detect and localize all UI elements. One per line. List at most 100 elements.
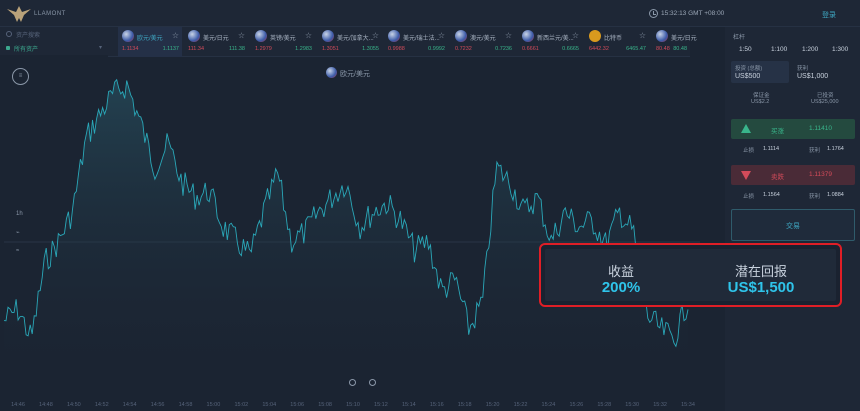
currency-flag-icon bbox=[322, 30, 334, 42]
asset-sell-price: 6442.32 bbox=[589, 46, 609, 52]
bitcoin-icon bbox=[589, 30, 601, 42]
leverage-1-200[interactable]: 1:200 bbox=[802, 46, 818, 53]
investment-input[interactable]: 投资 (总额) US$500 bbox=[731, 61, 789, 83]
asset-filter-select[interactable]: 所有资产 ▾ bbox=[4, 44, 104, 53]
leverage-1-50[interactable]: 1:50 bbox=[739, 46, 752, 53]
invested-value: US$25,000 bbox=[811, 99, 839, 105]
trade-panel: 杠杆 1:50 1:100 1:200 1:300 投资 (总额) US$500… bbox=[725, 27, 860, 411]
asset-tab-name: 英镑/美元 bbox=[270, 36, 296, 42]
buy-label: 买涨 bbox=[771, 128, 784, 135]
asset-tab[interactable]: 欧元/美元 ☆ 1.1134 1.1137 bbox=[118, 27, 182, 57]
drawing-tool-icon[interactable]: ≈ bbox=[16, 248, 19, 254]
top-bar: LLAMONT 15:32:13 GMT +08:00 登录 bbox=[0, 0, 860, 27]
time-tick-label: 15:26 bbox=[569, 402, 583, 408]
asset-tab-name: 比特币 bbox=[604, 36, 623, 42]
time-tick-label: 14:46 bbox=[11, 402, 25, 408]
zoom-in-icon[interactable] bbox=[369, 379, 376, 386]
star-icon[interactable]: ☆ bbox=[505, 31, 512, 40]
asset-sell-price: 0.6661 bbox=[522, 46, 539, 52]
sell-button[interactable]: 卖跌 1.11379 bbox=[731, 165, 855, 185]
asset-tab[interactable]: 比特币 ☆ 6442.32 6465.47 bbox=[585, 27, 649, 57]
leverage-1-300[interactable]: 1:300 bbox=[832, 46, 848, 53]
currency-flag-icon bbox=[455, 30, 467, 42]
asset-filter-label: 所有资产 bbox=[14, 47, 39, 53]
asset-sell-price: 1.1134 bbox=[122, 46, 139, 52]
star-icon[interactable]: ☆ bbox=[572, 31, 579, 40]
margin-label: 保证金 bbox=[753, 93, 770, 99]
asset-tab-name: 新西兰元/美... bbox=[537, 36, 574, 42]
star-icon[interactable]: ☆ bbox=[305, 31, 312, 40]
time-tick-label: 15:08 bbox=[318, 402, 332, 408]
profit-rate-label: 收益 bbox=[607, 264, 634, 279]
buy-stop-label: 止损 bbox=[743, 148, 755, 154]
time-tick-label: 15:10 bbox=[346, 402, 360, 408]
sell-target-value: 1.0884 bbox=[827, 192, 844, 198]
chart-title: 欧元/美元 bbox=[340, 71, 370, 78]
asset-buy-price: 1.3055 bbox=[362, 46, 379, 52]
asset-buy-price: 1.1137 bbox=[162, 46, 179, 52]
login-link[interactable]: 登录 bbox=[822, 10, 836, 20]
asset-tab[interactable]: 美元/加拿大... ☆ 1.3051 1.3055 bbox=[318, 27, 382, 57]
investment-label: 投资 (总额) bbox=[735, 66, 763, 72]
asset-sell-price: 0.9988 bbox=[388, 46, 405, 52]
star-icon[interactable]: ☆ bbox=[438, 31, 445, 40]
sell-stop-value: 1.1564 bbox=[763, 192, 780, 198]
chart-type-icon[interactable]: ⌁ bbox=[16, 229, 20, 236]
asset-search-input[interactable]: 资产搜索 bbox=[4, 30, 104, 41]
time-tick-label: 15:28 bbox=[597, 402, 611, 408]
time-tick-label: 15:00 bbox=[207, 402, 221, 408]
arrow-down-icon bbox=[741, 171, 751, 180]
profit-input[interactable]: 获利 US$1,000 bbox=[793, 61, 855, 83]
buy-stop-value: 1.1114 bbox=[763, 146, 780, 152]
asset-sell-price: 1.2979 bbox=[255, 46, 272, 52]
eur-usd-flag-icon bbox=[326, 67, 337, 78]
price-chart[interactable]: 1.11401.11381.11361.11341.11321.11301.11… bbox=[0, 57, 700, 411]
asset-tab-name: 澳元/美元 bbox=[470, 36, 496, 42]
star-icon[interactable]: ☆ bbox=[639, 31, 646, 40]
asset-sell-price: 0.7232 bbox=[455, 46, 472, 52]
asset-tab-name: 美元/加拿大... bbox=[337, 36, 374, 42]
eagle-logo-icon bbox=[7, 6, 31, 22]
indicator-icon[interactable]: ≡ bbox=[12, 68, 29, 85]
asset-tab[interactable]: 澳元/美元 ☆ 0.7232 0.7236 bbox=[451, 27, 515, 57]
server-clock: 15:32:13 GMT +08:00 bbox=[661, 10, 725, 17]
zoom-out-icon[interactable] bbox=[349, 379, 356, 386]
asset-tab[interactable]: 美元/日元 80.48 80.48 bbox=[652, 27, 697, 57]
time-tick-label: 15:20 bbox=[486, 402, 500, 408]
time-tick-label: 15:34 bbox=[681, 402, 695, 408]
asset-tab-name: 美元/日元 bbox=[203, 36, 229, 42]
sell-target-label: 获利 bbox=[809, 194, 821, 200]
time-tick-label: 15:02 bbox=[234, 402, 248, 408]
time-tick-label: 15:04 bbox=[262, 402, 276, 408]
price-chart-svg: 1.11401.11381.11361.11341.11321.11301.11… bbox=[3, 78, 700, 408]
asset-tab-name: 美元/日元 bbox=[671, 36, 697, 42]
sell-stop-label: 止损 bbox=[743, 194, 755, 200]
clock-icon bbox=[649, 9, 658, 18]
investment-value: US$500 bbox=[735, 73, 761, 80]
star-icon[interactable]: ☆ bbox=[238, 31, 245, 40]
asset-tab[interactable]: 英镑/美元 ☆ 1.2979 1.2983 bbox=[251, 27, 315, 57]
time-tick-label: 14:52 bbox=[95, 402, 109, 408]
asset-sell-price: 1.3051 bbox=[322, 46, 339, 52]
asset-tab[interactable]: 美元/瑞士法... ☆ 0.9988 0.9992 bbox=[384, 27, 448, 57]
search-icon bbox=[6, 31, 12, 37]
brand-name: LLAMONT bbox=[34, 11, 66, 17]
buy-button[interactable]: 买涨 1.11410 bbox=[731, 119, 855, 139]
asset-tab[interactable]: 美元/日元 ☆ 111.34 111.38 bbox=[184, 27, 248, 57]
leverage-1-100[interactable]: 1:100 bbox=[771, 46, 787, 53]
time-tick-label: 15:18 bbox=[458, 402, 472, 408]
star-icon[interactable]: ☆ bbox=[372, 31, 379, 40]
time-tick-label: 15:24 bbox=[542, 402, 556, 408]
time-tick-label: 14:54 bbox=[123, 402, 137, 408]
margin-value: US$2.2 bbox=[751, 99, 770, 105]
timeframe-button[interactable]: 1h bbox=[16, 211, 23, 217]
time-tick-label: 14:56 bbox=[151, 402, 165, 408]
trade-button[interactable]: 交易 bbox=[731, 209, 855, 241]
asset-buy-price: 6465.47 bbox=[626, 46, 646, 52]
asset-tab[interactable]: 新西兰元/美... ☆ 0.6661 0.6665 bbox=[518, 27, 582, 57]
currency-flag-icon bbox=[122, 30, 134, 42]
invested-label: 已投资 bbox=[817, 93, 834, 99]
sell-price: 1.11379 bbox=[809, 171, 833, 178]
chevron-down-icon: ▾ bbox=[98, 45, 102, 51]
star-icon[interactable]: ☆ bbox=[172, 31, 179, 40]
